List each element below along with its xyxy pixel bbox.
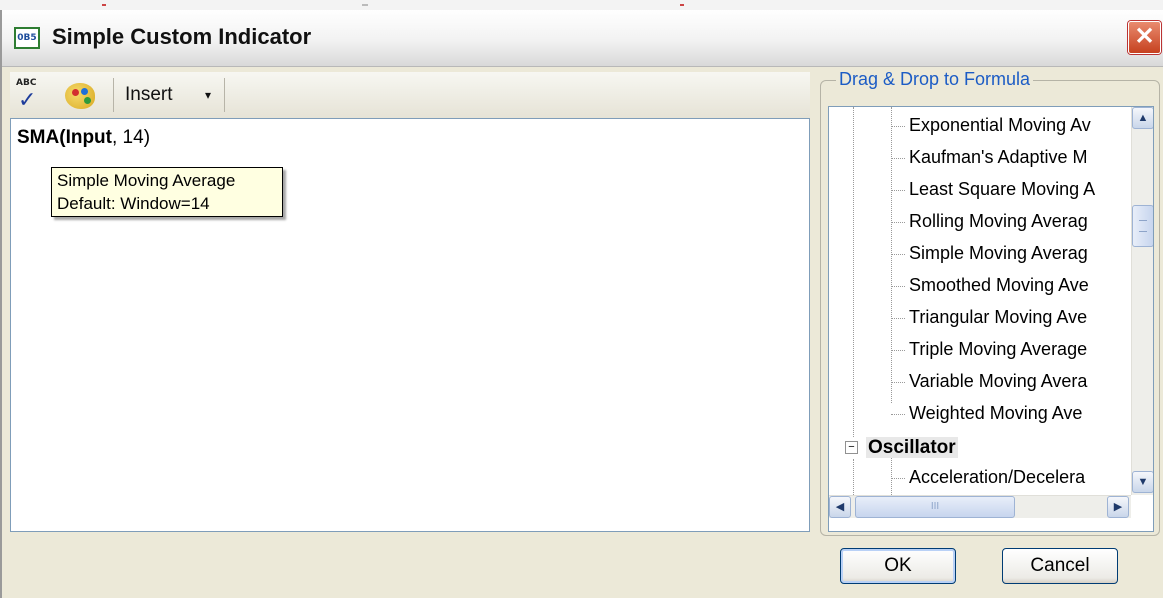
tree-item-label: Simple Moving Averag bbox=[909, 243, 1088, 263]
horizontal-scroll-thumb[interactable]: III bbox=[855, 496, 1015, 518]
toolbar-separator bbox=[224, 78, 225, 112]
tree-item[interactable]: Acceleration/Decelera bbox=[891, 467, 1085, 497]
tree-connector bbox=[891, 221, 905, 223]
tree-connector bbox=[891, 285, 905, 287]
indicator-tree[interactable]: Exponential Moving Av Kaufman's Adaptive… bbox=[828, 106, 1154, 532]
horizontal-scrollbar[interactable]: ◀ III ▶ bbox=[829, 495, 1131, 518]
toolbar-separator bbox=[113, 78, 114, 112]
spellcheck-abc-text: ABC bbox=[16, 78, 37, 88]
scroll-left-icon[interactable]: ◀ bbox=[829, 496, 851, 518]
strip-mark bbox=[102, 4, 106, 6]
tree-guide-line bbox=[853, 459, 854, 499]
tree-connector bbox=[891, 317, 905, 319]
tree-connector bbox=[891, 413, 905, 415]
title-bar[interactable]: 0B5 Simple Custom Indicator ✕ bbox=[2, 10, 1163, 67]
tree-item[interactable]: Rolling Moving Averag bbox=[891, 211, 1088, 241]
insert-dropdown-button[interactable]: Insert ▾ bbox=[125, 78, 221, 112]
strip-mark bbox=[680, 4, 684, 6]
formula-text[interactable]: SMA(Input, 14) bbox=[17, 127, 150, 149]
palette-dot bbox=[72, 89, 79, 96]
tree-item[interactable]: Exponential Moving Av bbox=[891, 115, 1091, 145]
tree-connector bbox=[891, 381, 905, 383]
tooltip-line-2: Default: Window=14 bbox=[57, 194, 210, 213]
vertical-scrollbar[interactable]: ▲ ▼ bbox=[1131, 107, 1153, 495]
insert-label: Insert bbox=[125, 84, 173, 105]
tree-item[interactable]: Least Square Moving A bbox=[891, 179, 1095, 209]
tree-connector bbox=[891, 189, 905, 191]
close-button[interactable]: ✕ bbox=[1128, 21, 1161, 54]
editor-toolbar: ABC ✓ Insert ▾ bbox=[10, 72, 810, 119]
tooltip-line-1: Simple Moving Average bbox=[57, 171, 236, 190]
palette-dot bbox=[84, 97, 91, 104]
tree-connector bbox=[891, 349, 905, 351]
checkmark-icon: ✓ bbox=[18, 88, 37, 113]
scroll-right-icon[interactable]: ▶ bbox=[1107, 496, 1129, 518]
vertical-scroll-thumb[interactable] bbox=[1132, 205, 1153, 247]
groupbox-label: Drag & Drop to Formula bbox=[836, 69, 1034, 90]
scroll-down-icon[interactable]: ▼ bbox=[1132, 471, 1153, 493]
tree-item[interactable]: Triangular Moving Ave bbox=[891, 307, 1087, 337]
window-title: Simple Custom Indicator bbox=[52, 24, 312, 49]
function-tooltip: Simple Moving Average Default: Window=14 bbox=[51, 167, 283, 217]
tree-item-label: Triangular Moving Ave bbox=[909, 307, 1088, 327]
tree-item-label: Rolling Moving Averag bbox=[909, 211, 1088, 231]
tree-item-label: Acceleration/Decelera bbox=[909, 467, 1086, 487]
tree-connector bbox=[891, 477, 905, 479]
tree-item-label: Weighted Moving Ave bbox=[909, 403, 1083, 423]
tree-item[interactable]: Triple Moving Average bbox=[891, 339, 1087, 369]
tree-item-label: Least Square Moving A bbox=[909, 179, 1096, 199]
ok-button[interactable]: OK bbox=[840, 548, 956, 584]
tree-item[interactable]: Smoothed Moving Ave bbox=[891, 275, 1089, 305]
tree-connector bbox=[891, 125, 905, 127]
tree-item-label: Variable Moving Avera bbox=[909, 371, 1088, 391]
app-icon: 0B5 bbox=[14, 27, 40, 49]
tree-item-label: Exponential Moving Av bbox=[909, 115, 1091, 135]
tree-item[interactable]: Variable Moving Avera bbox=[891, 371, 1087, 401]
tree-connector bbox=[891, 157, 905, 159]
palette-dot bbox=[81, 88, 88, 95]
palette-blob bbox=[65, 83, 95, 109]
tree-item-label: Triple Moving Average bbox=[909, 339, 1088, 359]
tree-guide-line bbox=[853, 107, 854, 437]
grip-icon bbox=[1139, 220, 1147, 232]
formula-remaining: , 14) bbox=[112, 127, 151, 148]
cancel-button[interactable]: Cancel bbox=[1002, 548, 1118, 584]
palette-icon[interactable] bbox=[65, 83, 95, 109]
tree-item-label: Kaufman's Adaptive M bbox=[909, 147, 1088, 167]
strip-mark bbox=[362, 4, 368, 6]
scroll-up-icon[interactable]: ▲ bbox=[1132, 107, 1153, 129]
tree-item[interactable]: Kaufman's Adaptive M bbox=[891, 147, 1088, 177]
tree-item[interactable]: Simple Moving Averag bbox=[891, 243, 1088, 273]
spellcheck-icon[interactable]: ABC ✓ bbox=[14, 78, 48, 113]
tree-item-label: Smoothed Moving Ave bbox=[909, 275, 1089, 295]
tree-connector bbox=[891, 253, 905, 255]
chevron-down-icon: ▾ bbox=[204, 88, 211, 102]
formula-editor[interactable]: SMA(Input, 14) Simple Moving Average Def… bbox=[10, 118, 810, 532]
formula-function: SMA bbox=[17, 127, 60, 148]
tree-category-label: Oscillator bbox=[866, 437, 958, 458]
dialog-window: 0B5 Simple Custom Indicator ✕ ABC ✓ Inse… bbox=[0, 10, 1163, 598]
tree-category-oscillator[interactable]: − Oscillator bbox=[845, 437, 958, 465]
collapse-icon[interactable]: − bbox=[845, 441, 858, 455]
tree-item[interactable]: Weighted Moving Ave bbox=[891, 403, 1082, 433]
formula-input-arg: Input bbox=[65, 127, 112, 148]
